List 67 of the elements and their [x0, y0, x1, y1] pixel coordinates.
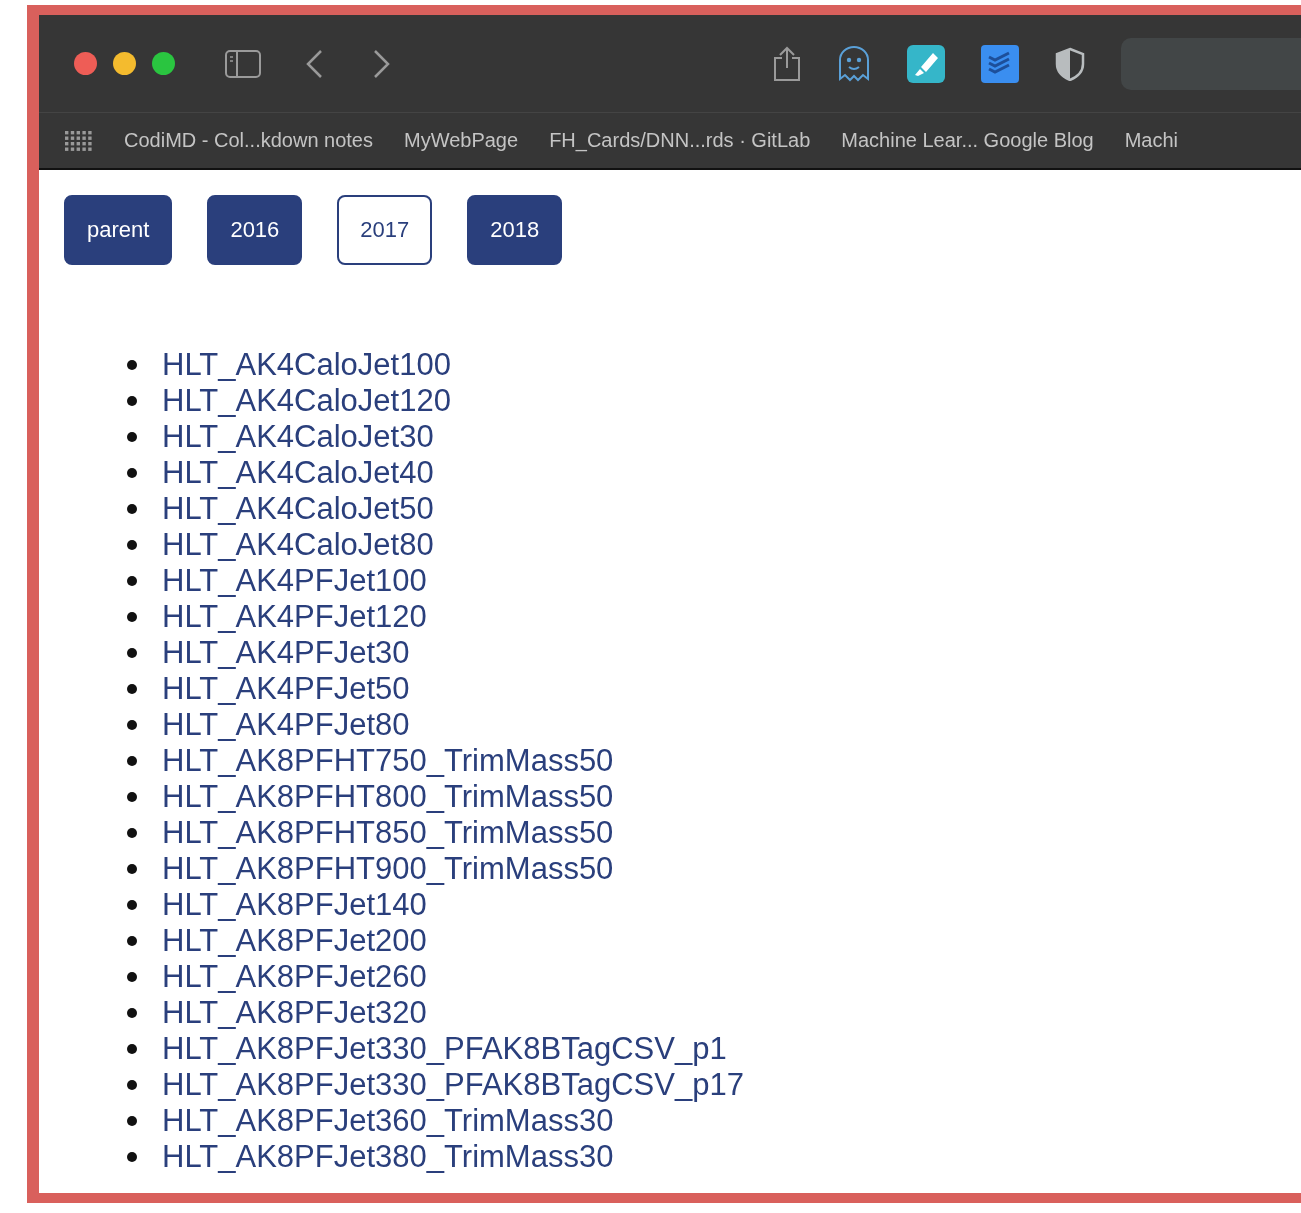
bullet-icon [127, 900, 137, 910]
nav-button[interactable]: 2017 [337, 195, 433, 265]
bullet-icon [127, 1116, 137, 1126]
bookmark-link[interactable]: Machine Lear... Google Blog [841, 129, 1094, 152]
trigger-link[interactable]: HLT_AK4CaloJet80 [162, 527, 434, 563]
trigger-link[interactable]: HLT_AK4CaloJet30 [162, 419, 434, 455]
bullet-icon [127, 684, 137, 694]
bullet-icon [127, 648, 137, 658]
trigger-link[interactable]: HLT_AK4CaloJet40 [162, 455, 434, 491]
trigger-link[interactable]: HLT_AK8PFJet330_PFAK8BTagCSV_p17 [162, 1067, 744, 1103]
trigger-link[interactable]: HLT_AK8PFJet200 [162, 923, 427, 959]
bullet-icon [127, 972, 137, 982]
nav-button[interactable]: parent [64, 195, 173, 265]
bullet-icon [127, 432, 137, 442]
trigger-link[interactable]: HLT_AK4PFJet120 [162, 599, 427, 635]
bullet-icon [127, 828, 137, 838]
bullet-icon [127, 864, 137, 874]
bookmark-link[interactable]: MyWebPage [404, 129, 519, 152]
bullet-icon [127, 936, 137, 946]
close-button[interactable] [74, 52, 97, 75]
highlighter-icon[interactable] [907, 44, 945, 83]
bullet-icon [127, 612, 137, 622]
grid-icon[interactable] [65, 130, 93, 151]
nav-button[interactable]: 2016 [207, 195, 303, 265]
trigger-link[interactable]: HLT_AK4CaloJet100 [162, 347, 451, 383]
trigger-link[interactable]: HLT_AK4CaloJet50 [162, 491, 434, 527]
bullet-icon [127, 576, 137, 586]
trigger-link[interactable]: HLT_AK8PFJet380_TrimMass30 [162, 1139, 614, 1175]
trigger-link[interactable]: HLT_AK8PFJet360_TrimMass30 [162, 1103, 614, 1139]
trigger-link[interactable]: HLT_AK8PFHT850_TrimMass50 [162, 815, 614, 851]
bookmark-link[interactable]: Machi [1124, 129, 1179, 152]
share-icon[interactable] [773, 45, 801, 82]
bullet-icon [127, 504, 137, 514]
bullet-icon [127, 1008, 137, 1018]
bullet-icon [127, 396, 137, 406]
back-icon[interactable] [305, 48, 323, 79]
shield-icon[interactable] [1055, 46, 1085, 81]
trigger-link[interactable]: HLT_AK4PFJet30 [162, 635, 410, 671]
bullet-icon [127, 756, 137, 766]
layers-icon[interactable] [981, 44, 1019, 83]
trigger-link[interactable]: HLT_AK4CaloJet120 [162, 383, 451, 419]
trigger-link[interactable]: HLT_AK8PFJet140 [162, 887, 427, 923]
bookmark-link[interactable]: FH_Cards/DNN...rds · GitLab [549, 129, 811, 152]
bullet-icon [127, 1080, 137, 1090]
minimize-button[interactable] [113, 52, 136, 75]
zoom-button[interactable] [152, 52, 175, 75]
bullet-icon [127, 1152, 137, 1162]
trigger-link[interactable]: HLT_AK4PFJet50 [162, 671, 410, 707]
ghost-icon[interactable] [837, 44, 871, 83]
trigger-link[interactable]: HLT_AK8PFHT900_TrimMass50 [162, 851, 614, 887]
trigger-link[interactable]: HLT_AK4PFJet100 [162, 563, 427, 599]
bullet-icon [127, 468, 137, 478]
trigger-link[interactable]: HLT_AK8PFJet330_PFAK8BTagCSV_p1 [162, 1031, 727, 1067]
bookmark-link[interactable]: CodiMD - Col...kdown notes [124, 129, 373, 152]
trigger-link[interactable]: HLT_AK4PFJet80 [162, 707, 410, 743]
trigger-link[interactable]: HLT_AK8PFJet320 [162, 995, 427, 1031]
bullet-icon [127, 540, 137, 550]
bullet-icon [127, 360, 137, 370]
trigger-link[interactable]: HLT_AK8PFHT750_TrimMass50 [162, 743, 614, 779]
bullet-icon [127, 1044, 137, 1054]
bullet-icon [127, 792, 137, 802]
forward-icon[interactable] [373, 48, 391, 79]
sidebar-icon[interactable] [225, 49, 261, 78]
trigger-link[interactable]: HLT_AK8PFJet260 [162, 959, 427, 995]
bullet-icon [127, 720, 137, 730]
trigger-link[interactable]: HLT_AK8PFHT800_TrimMass50 [162, 779, 614, 815]
nav-button[interactable]: 2018 [467, 195, 563, 265]
